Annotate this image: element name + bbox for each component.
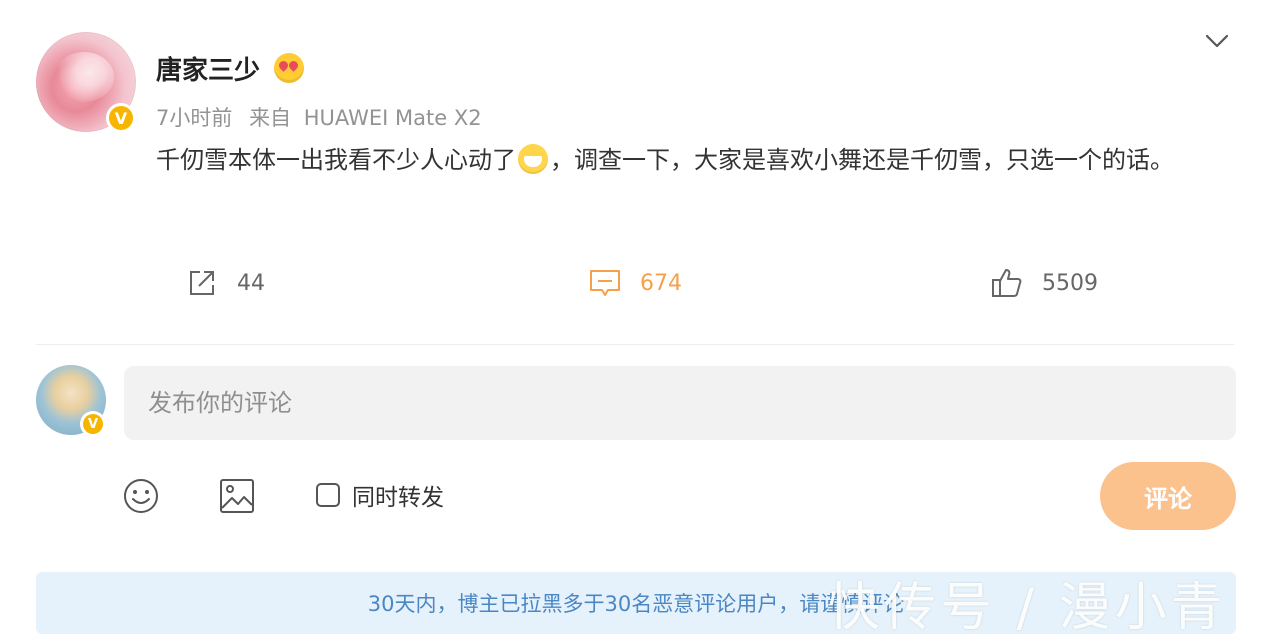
thumbs-up-icon xyxy=(992,269,1022,297)
post-text-part1: 千仞雪本体一出我看不少人心动了 xyxy=(156,146,516,174)
image-upload-button[interactable] xyxy=(218,477,256,519)
comment-input[interactable] xyxy=(124,366,1236,440)
divider xyxy=(36,344,1234,345)
smiley-icon xyxy=(124,479,158,513)
chevron-down-icon[interactable] xyxy=(1202,26,1232,56)
source-prefix: 来自 xyxy=(249,106,292,130)
share-icon xyxy=(190,271,214,295)
verified-badge-icon: V xyxy=(106,103,136,133)
emoji-picker-button[interactable] xyxy=(122,477,160,519)
user-verified-badge-icon: V xyxy=(80,411,106,437)
source-device[interactable]: HUAWEI Mate X2 xyxy=(304,106,482,130)
submit-comment-button[interactable]: 评论 xyxy=(1100,462,1236,530)
comment-count: 674 xyxy=(640,270,682,296)
grinning-mask-emoji-icon xyxy=(518,144,548,174)
like-button[interactable]: 5509 xyxy=(990,266,1098,300)
post-time[interactable]: 7小时前 xyxy=(156,106,232,130)
repost-toggle[interactable]: 同时转发 xyxy=(316,478,444,512)
author-name[interactable]: 唐家三少 xyxy=(156,50,260,87)
heart-eyes-emoji-icon xyxy=(274,53,304,83)
post-text: 千仞雪本体一出我看不少人心动了 ，调查一下，大家是喜欢小舞还是千仞雪，只选一个的话… xyxy=(156,137,1236,183)
comment-icon xyxy=(590,270,620,296)
repost-checkbox[interactable] xyxy=(316,483,340,507)
like-count: 5509 xyxy=(1042,270,1098,296)
image-icon xyxy=(220,479,254,513)
share-button[interactable]: 44 xyxy=(185,266,265,300)
comment-button[interactable]: 674 xyxy=(588,266,682,300)
watermark: 快传号 / 漫小青 xyxy=(828,578,1227,638)
post-text-part2: ，调查一下，大家是喜欢小舞还是千仞雪，只选一个的话。 xyxy=(550,146,1174,174)
post-meta: 7小时前 来自 HUAWEI Mate X2 xyxy=(156,102,492,132)
share-count: 44 xyxy=(237,270,265,296)
repost-label: 同时转发 xyxy=(352,485,444,511)
